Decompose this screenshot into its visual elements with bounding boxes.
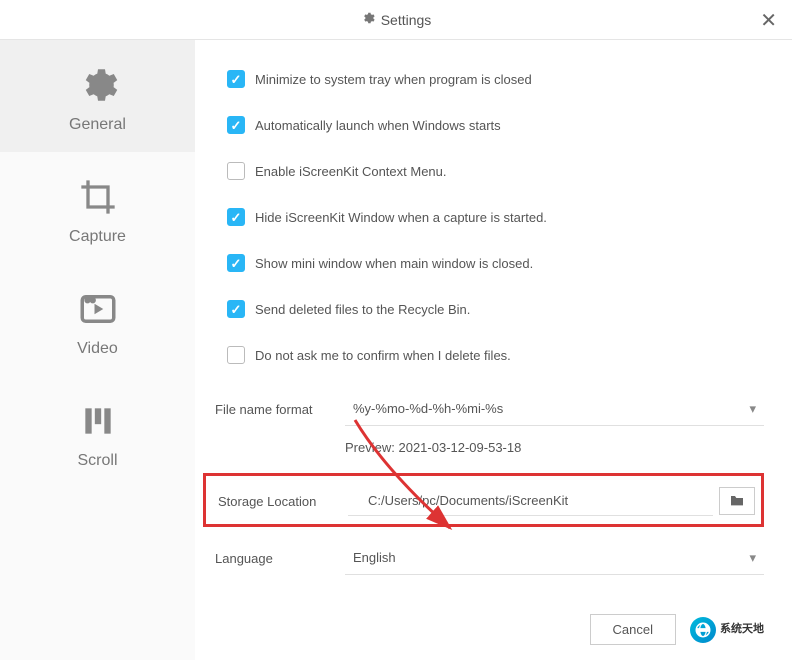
storage-path-input[interactable]: C:/Users/pc/Documents/iScreenKit [348,486,713,516]
setting-no-confirm: Do not ask me to confirm when I delete f… [227,346,764,364]
watermark-cn: 系统天地 [720,624,764,635]
sidebar-item-capture[interactable]: Capture [0,152,195,264]
sidebar-item-scroll[interactable]: Scroll [0,376,195,488]
cancel-button[interactable]: Cancel [590,614,676,645]
checkbox[interactable] [227,162,245,180]
setting-mini-window: Show mini window when main window is clo… [227,254,764,272]
header-title-text: Settings [381,12,432,28]
highlight-annotation: Storage Location C:/Users/pc/Documents/i… [203,473,764,527]
language-label: Language [215,551,345,566]
header-title: Settings [361,11,432,28]
preview-value: 2021-03-12-09-53-18 [398,440,521,455]
storage-path-value: C:/Users/pc/Documents/iScreenKit [368,493,568,508]
setting-context-menu: Enable iScreenKit Context Menu. [227,162,764,180]
chevron-down-icon: ▾ [749,550,756,566]
checkbox[interactable] [227,116,245,134]
sidebar: General Capture Video Scroll [0,40,195,660]
checkbox-label: Show mini window when main window is clo… [255,256,533,271]
gear-icon [361,11,375,28]
close-button[interactable]: ✕ [760,8,777,33]
language-value: English [353,550,396,565]
file-format-label: File name format [215,402,345,417]
checkbox[interactable] [227,300,245,318]
checkbox-label: Minimize to system tray when program is … [255,72,532,87]
checkbox-label: Do not ask me to confirm when I delete f… [255,348,511,363]
video-icon [73,284,123,334]
footer: Cancel 系统天地 [590,614,764,645]
gear-icon [73,60,123,110]
sidebar-item-general[interactable]: General [0,40,195,152]
file-format-row: File name format %y-%mo-%d-%h-%mi-%s ▾ [215,392,764,426]
main: General Capture Video Scroll Minimize to… [0,40,792,660]
checkbox-label: Hide iScreenKit Window when a capture is… [255,210,547,225]
watermark-text: 系统天地 [720,624,764,635]
sidebar-item-label: Video [77,340,118,358]
checkbox-label: Send deleted files to the Recycle Bin. [255,302,470,317]
file-format-value: %y-%mo-%d-%h-%mi-%s [353,401,503,416]
chevron-down-icon: ▾ [749,401,756,417]
checkbox-label: Enable iScreenKit Context Menu. [255,164,447,179]
browse-button[interactable] [719,487,755,515]
language-select[interactable]: English ▾ [345,541,764,575]
setting-hide-window: Hide iScreenKit Window when a capture is… [227,208,764,226]
setting-minimize-tray: Minimize to system tray when program is … [227,70,764,88]
checkbox[interactable] [227,70,245,88]
checkbox[interactable] [227,208,245,226]
storage-location-row: Storage Location C:/Users/pc/Documents/i… [218,486,755,516]
checkbox-label: Automatically launch when Windows starts [255,118,501,133]
sidebar-item-video[interactable]: Video [0,264,195,376]
crop-icon [73,172,123,222]
sidebar-item-label: General [69,116,126,134]
scroll-icon [73,396,123,446]
globe-icon [690,617,716,643]
storage-label: Storage Location [218,494,348,509]
watermark: 系统天地 [690,617,764,643]
folder-icon [729,493,745,510]
sidebar-item-label: Capture [69,228,126,246]
setting-recycle-bin: Send deleted files to the Recycle Bin. [227,300,764,318]
header: Settings ✕ [0,0,792,40]
checkbox[interactable] [227,254,245,272]
preview-row: Preview: 2021-03-12-09-53-18 [345,440,764,455]
setting-auto-launch: Automatically launch when Windows starts [227,116,764,134]
language-row: Language English ▾ [215,541,764,575]
preview-label: Preview: [345,440,395,455]
sidebar-item-label: Scroll [77,452,117,470]
checkbox[interactable] [227,346,245,364]
file-format-select[interactable]: %y-%mo-%d-%h-%mi-%s ▾ [345,392,764,426]
content-panel: Minimize to system tray when program is … [195,40,792,660]
